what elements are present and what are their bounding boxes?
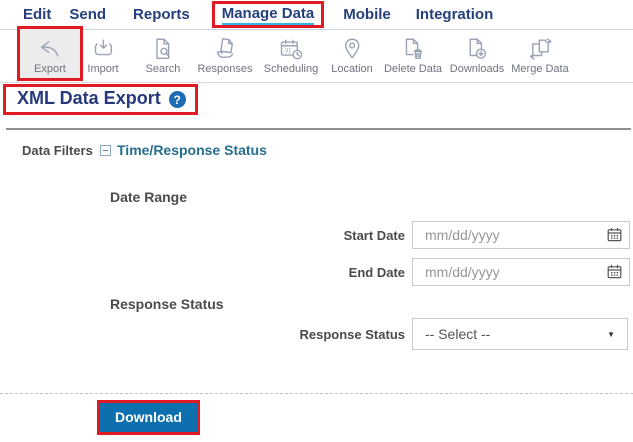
merge-documents-icon: [527, 34, 553, 62]
top-nav: Edit Send Reports Manage Data Mobile Int…: [0, 0, 633, 30]
calendar-picker-icon[interactable]: [607, 227, 622, 242]
toolbar-item-responses[interactable]: Responses: [197, 34, 252, 75]
toolbar-item-import[interactable]: Import: [87, 34, 118, 75]
document-download-icon: [464, 34, 490, 62]
document-search-icon: [150, 34, 176, 62]
toolbar-item-label: Export: [34, 63, 66, 75]
response-status-label: Response Status: [285, 327, 405, 342]
end-date-label: End Date: [285, 265, 405, 280]
nav-item-manage-data[interactable]: Manage Data: [222, 5, 315, 25]
toolbar-item-export[interactable]: Export: [17, 26, 83, 81]
end-date-field-wrap: [412, 258, 630, 286]
highlight-box-page-title: XML Data Export ?: [3, 84, 198, 115]
map-pin-icon: [339, 34, 365, 62]
start-date-input[interactable]: [412, 221, 630, 249]
response-status-select[interactable]: -- Select -- ▼: [412, 318, 628, 350]
time-response-status-toggle[interactable]: Time/Response Status: [100, 142, 267, 158]
download-button[interactable]: Download: [100, 403, 197, 432]
footer-dashed-divider: [0, 393, 633, 394]
toolbar-item-scheduling[interactable]: 31 Scheduling: [264, 34, 318, 75]
manage-data-toolbar: Export Import Search: [0, 30, 633, 83]
svg-text:31: 31: [285, 48, 292, 54]
import-tray-icon: [90, 34, 116, 62]
chevron-down-icon: ▼: [607, 330, 615, 339]
xml-data-export-screen: Edit Send Reports Manage Data Mobile Int…: [0, 0, 633, 442]
calendar-clock-icon: 31: [278, 34, 304, 62]
toolbar-item-label: Responses: [197, 63, 252, 75]
help-question-icon[interactable]: ?: [169, 91, 186, 108]
document-hand-icon: [212, 34, 238, 62]
toolbar-item-label: Downloads: [450, 63, 504, 75]
response-status-selected-value: -- Select --: [425, 326, 490, 342]
toolbar-item-merge-data[interactable]: Merge Data: [511, 34, 568, 75]
toolbar-item-label: Location: [331, 63, 373, 75]
toolbar-item-label: Import: [87, 63, 118, 75]
toolbar-item-delete-data[interactable]: Delete Data: [384, 34, 442, 75]
date-range-heading: Date Range: [110, 189, 187, 205]
calendar-picker-icon[interactable]: [607, 264, 622, 279]
toolbar-item-label: Delete Data: [384, 63, 442, 75]
end-date-input[interactable]: [412, 258, 630, 286]
nav-item-edit[interactable]: Edit: [23, 6, 51, 23]
start-date-field-wrap: [412, 221, 630, 249]
highlight-box-download: Download: [97, 400, 200, 435]
toolbar-item-location[interactable]: Location: [331, 34, 373, 75]
data-filters-row: Data Filters Time/Response Status: [22, 142, 267, 158]
filter-group-label[interactable]: Time/Response Status: [117, 142, 267, 158]
document-trash-icon: [400, 34, 426, 62]
export-arrow-icon: [37, 34, 63, 62]
title-divider: [6, 128, 631, 130]
nav-item-reports[interactable]: Reports: [133, 6, 190, 23]
toolbar-item-label: Merge Data: [511, 63, 568, 75]
nav-item-integration[interactable]: Integration: [416, 6, 494, 23]
page-title: XML Data Export: [17, 88, 161, 109]
highlight-box-manage-data: Manage Data: [212, 1, 325, 28]
collapse-minus-icon[interactable]: [100, 145, 111, 156]
toolbar-item-downloads[interactable]: Downloads: [450, 34, 504, 75]
toolbar-item-label: Scheduling: [264, 63, 318, 75]
nav-item-mobile[interactable]: Mobile: [343, 6, 391, 23]
start-date-label: Start Date: [285, 228, 405, 243]
response-status-heading: Response Status: [110, 296, 224, 312]
toolbar-item-label: Search: [146, 63, 181, 75]
nav-item-send[interactable]: Send: [69, 6, 106, 23]
toolbar-item-search[interactable]: Search: [146, 34, 181, 75]
data-filters-label: Data Filters: [22, 143, 100, 158]
